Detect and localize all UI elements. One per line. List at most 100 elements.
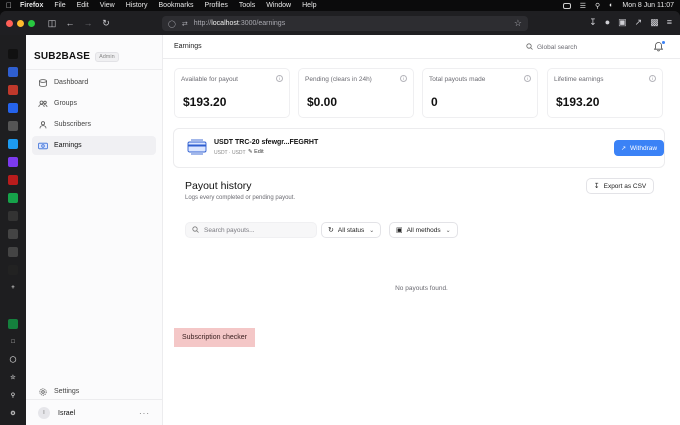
bookmark-star-icon[interactable]: ☆	[514, 18, 522, 29]
sidebar-item-subscribers[interactable]: Subscribers	[32, 115, 156, 134]
tab-favicon-icon[interactable]	[8, 49, 18, 59]
stat-label: Available for payout	[181, 76, 238, 83]
subscription-checker-button[interactable]: Subscription checker	[174, 328, 255, 347]
tab-favicon-icon[interactable]	[8, 157, 18, 167]
withdraw-button[interactable]: ↗ Withdraw	[614, 140, 664, 156]
tab-favicon-icon[interactable]	[8, 67, 18, 77]
banknote-icon	[38, 142, 48, 150]
sidebar-item-groups[interactable]: Groups	[32, 94, 156, 113]
brand[interactable]: SUB2BASE Admin	[34, 51, 119, 62]
status-filter-dropdown[interactable]: ↻ All status ⌄	[321, 222, 382, 238]
close-window-button[interactable]	[6, 19, 13, 27]
info-icon[interactable]: i	[400, 75, 407, 82]
search-spotlight-icon[interactable]: ⚲	[595, 2, 600, 10]
forward-arrow-icon[interactable]: →	[81, 18, 95, 28]
sidebar-item-label: Earnings	[54, 142, 82, 149]
user-menu[interactable]: I Israel ···	[32, 404, 156, 422]
zoom-window-button[interactable]	[28, 19, 35, 27]
download-icon: ↧	[593, 183, 600, 190]
payout-wallet-card: USDT TRC-20 sfewgr...FEGRHT USDT · USDT …	[173, 128, 665, 168]
tab-favicon-icon[interactable]	[8, 211, 18, 221]
tab-favicon-icon[interactable]	[8, 229, 18, 239]
menu-help[interactable]: Help	[302, 2, 316, 9]
menu-history[interactable]: History	[126, 2, 148, 9]
url-prefix: http://	[193, 20, 212, 27]
search-payouts-input[interactable]: Search payouts...	[185, 222, 317, 238]
search-icon	[192, 225, 199, 235]
wifi-icon[interactable]: ☰	[580, 2, 586, 10]
sidebar-item-dashboard[interactable]: Dashboard	[32, 73, 156, 92]
method-filter-dropdown[interactable]: ▣ All methods ⌄	[389, 222, 458, 238]
bookmarks-icon[interactable]: □	[8, 337, 18, 347]
stat-label: Pending (clears in 24h)	[305, 76, 372, 83]
tab-favicon-icon[interactable]	[8, 319, 18, 329]
sidebar-item-earnings[interactable]: Earnings	[32, 136, 156, 155]
stat-value: 0	[431, 95, 438, 109]
brand-name: SUB2BASE	[34, 51, 91, 62]
menu-hamburger-icon[interactable]: ≡	[667, 17, 672, 28]
menu-profiles[interactable]: Profiles	[205, 2, 228, 9]
stat-label: Total payouts made	[429, 76, 486, 83]
menu-edit[interactable]: Edit	[77, 2, 89, 9]
extensions-icon[interactable]: ▣	[618, 17, 627, 28]
tab-favicon-icon[interactable]	[8, 103, 18, 113]
tab-favicon-icon[interactable]	[8, 121, 18, 131]
notification-bell-icon[interactable]	[653, 41, 665, 53]
arrow-up-right-icon: ↗	[620, 145, 626, 152]
menu-file[interactable]: File	[54, 2, 65, 9]
star-icon[interactable]: ☆	[8, 373, 18, 383]
export-csv-button[interactable]: ↧ Export as CSV	[586, 178, 654, 194]
stat-card-available: Available for payout i $193.20	[174, 68, 290, 118]
new-tab-plus-icon[interactable]: +	[8, 283, 18, 293]
menu-window[interactable]: Window	[266, 2, 291, 9]
reload-icon[interactable]: ↻	[99, 18, 113, 29]
info-icon[interactable]: i	[524, 75, 531, 82]
info-icon[interactable]: i	[649, 75, 656, 82]
section-title: Payout history	[185, 180, 252, 192]
back-arrow-icon[interactable]: ←	[63, 18, 77, 28]
chevron-down-icon: ⌄	[369, 227, 375, 234]
tab-favicon-icon[interactable]	[8, 193, 18, 203]
menubar-datetime[interactable]: Mon 8 Jun 11:07	[622, 2, 674, 9]
key-icon[interactable]: ⚲	[8, 391, 18, 401]
history-icon[interactable]: ◯	[8, 355, 18, 365]
minimize-window-button[interactable]	[17, 19, 24, 27]
users-icon	[38, 100, 48, 108]
tab-favicon-icon[interactable]	[8, 139, 18, 149]
tab-favicon-icon[interactable]	[8, 247, 18, 257]
sidebar-item-label: Groups	[54, 100, 77, 107]
web-app: SUB2BASE Admin Dashboard Groups Subscrib…	[26, 35, 680, 425]
shield-icon[interactable]: ◯	[168, 20, 176, 28]
vertical-tab-strip: + □ ◯ ☆ ⚲ ⚙	[0, 35, 26, 425]
stat-card-total-payouts: Total payouts made i 0	[422, 68, 538, 118]
sidebar-toggle-icon[interactable]: ◫	[45, 18, 59, 29]
account-icon[interactable]: ●	[605, 17, 610, 28]
global-search-input[interactable]: Global search	[524, 40, 639, 54]
info-icon[interactable]: i	[276, 75, 283, 82]
apple-icon[interactable]: 	[6, 1, 12, 10]
x-icon[interactable]	[8, 265, 18, 275]
avatar: I	[38, 407, 50, 419]
export-label: Export as CSV	[603, 182, 647, 190]
menu-tools[interactable]: Tools	[239, 2, 255, 9]
global-search-placeholder: Global search	[537, 43, 578, 51]
tab-favicon-icon[interactable]	[8, 175, 18, 185]
menu-app-name[interactable]: Firefox	[20, 2, 43, 9]
edit-wallet-button[interactable]: ✎ Edit	[248, 149, 264, 155]
battery-icon[interactable]	[562, 2, 571, 9]
tab-overview-icon[interactable]: ▩	[650, 17, 659, 28]
downloads-icon[interactable]: ↧	[589, 17, 597, 28]
menu-bookmarks[interactable]: Bookmarks	[159, 2, 194, 9]
url-bar[interactable]: ◯ ⇄ http://localhost:3000/earnings ☆	[162, 16, 528, 31]
permissions-icon[interactable]: ⇄	[182, 20, 188, 28]
gear-icon[interactable]: ⚙	[8, 409, 18, 419]
gmail-icon[interactable]	[8, 85, 18, 95]
menu-view[interactable]: View	[100, 2, 115, 9]
empty-state-message: No payouts found.	[395, 285, 448, 292]
page-header: Earnings Global search	[163, 35, 680, 59]
status-filter-value: All status	[337, 226, 365, 234]
method-filter-value: All methods	[406, 226, 441, 234]
share-icon[interactable]: ↗	[635, 17, 643, 28]
more-options-icon[interactable]: ···	[139, 409, 150, 418]
control-center-icon[interactable]: ◐	[609, 2, 613, 9]
